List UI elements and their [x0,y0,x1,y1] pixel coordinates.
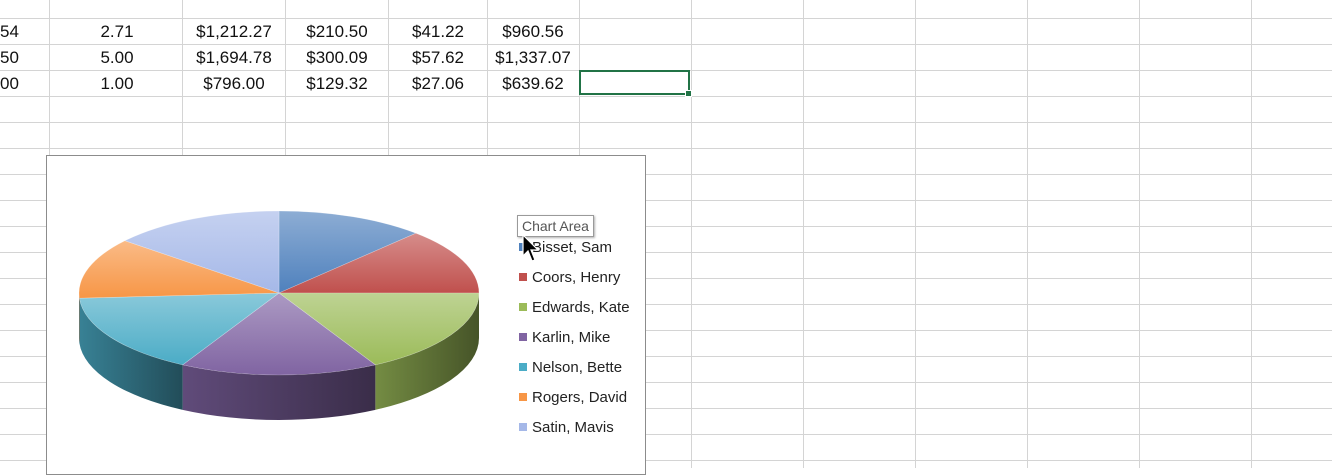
legend-entry[interactable]: Coors, Henry [519,266,630,296]
legend-label: Rogers, David [532,389,627,406]
pie-top-faces [79,211,479,375]
cell[interactable]: $300.09 [286,45,388,71]
cell[interactable]: $27.06 [389,71,487,97]
fill-handle[interactable] [685,90,692,97]
cell[interactable]: $57.62 [389,45,487,71]
cell[interactable]: $796.00 [183,71,285,97]
legend-entry[interactable]: Edwards, Kate [519,296,630,326]
cell[interactable]: 1.00 [52,71,182,97]
legend-label: Karlin, Mike [532,329,610,346]
cell[interactable]: 50 [0,45,16,71]
cell[interactable]: $639.62 [488,71,578,97]
cell[interactable]: 2.71 [52,19,182,45]
legend-swatch [519,333,527,341]
legend-entry[interactable]: Karlin, Mike [519,326,630,356]
cell[interactable]: 54 [0,19,16,45]
legend-swatch [519,363,527,371]
cell[interactable]: $1,212.27 [183,19,285,45]
legend-swatch [519,393,527,401]
mouse-pointer-icon [522,234,542,264]
active-cell[interactable] [579,70,690,95]
legend-swatch [519,423,527,431]
legend-label: Edwards, Kate [532,299,630,316]
cell[interactable]: $210.50 [286,19,388,45]
legend-label: Satin, Mavis [532,419,614,436]
cell[interactable]: 5.00 [52,45,182,71]
cell[interactable]: $1,337.07 [488,45,578,71]
cell[interactable]: 00 [0,71,16,97]
chart-legend[interactable]: Bisset, Sam Coors, Henry Edwards, Kate Karl… [519,236,630,446]
legend-swatch [519,303,527,311]
legend-label: Nelson, Bette [532,359,622,376]
legend-label: Bisset, Sam [532,239,612,256]
legend-label: Coors, Henry [532,269,620,286]
legend-swatch [519,273,527,281]
legend-entry[interactable]: Rogers, David [519,386,630,416]
cell[interactable]: $1,694.78 [183,45,285,71]
cell[interactable]: $960.56 [488,19,578,45]
cell[interactable]: $129.32 [286,71,388,97]
chart-area[interactable]: Bisset, Sam Coors, Henry Edwards, Kate Karl… [46,155,646,475]
legend-entry[interactable]: Nelson, Bette [519,356,630,386]
cell[interactable]: $41.22 [389,19,487,45]
legend-entry[interactable]: Satin, Mavis [519,416,630,446]
